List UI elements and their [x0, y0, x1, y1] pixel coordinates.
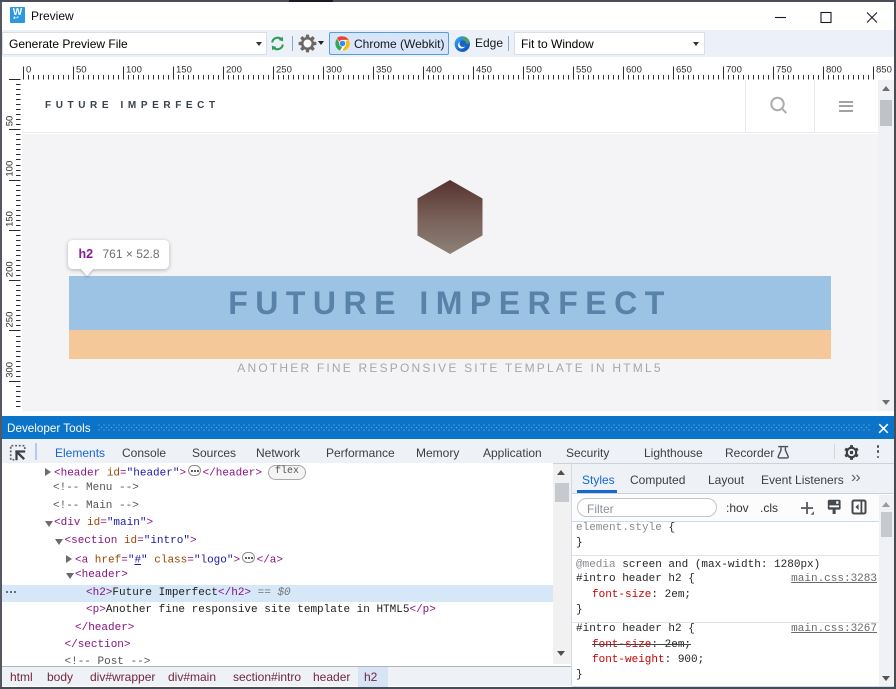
svg-text:300: 300	[5, 362, 16, 378]
svg-text:450: 450	[476, 65, 492, 76]
svg-text:350: 350	[376, 65, 392, 76]
svg-text:150: 150	[176, 65, 192, 76]
svg-text:750: 750	[776, 65, 792, 76]
svg-text:550: 550	[576, 65, 592, 76]
svg-text:100: 100	[126, 65, 142, 76]
svg-text:300: 300	[326, 65, 342, 76]
svg-text:800: 800	[826, 65, 842, 76]
svg-text:850: 850	[876, 65, 892, 76]
svg-text:250: 250	[276, 65, 292, 76]
svg-text:500: 500	[526, 65, 542, 76]
svg-text:650: 650	[676, 65, 692, 76]
svg-text:100: 100	[5, 161, 16, 177]
svg-text:400: 400	[426, 65, 442, 76]
svg-text:50: 50	[76, 65, 87, 76]
svg-text:50: 50	[5, 116, 16, 127]
svg-text:600: 600	[626, 65, 642, 76]
svg-text:150: 150	[5, 211, 16, 227]
svg-text:700: 700	[726, 65, 742, 76]
svg-text:250: 250	[5, 312, 16, 328]
svg-text:200: 200	[5, 261, 16, 277]
svg-text:200: 200	[226, 65, 242, 76]
svg-text:0: 0	[26, 65, 31, 76]
